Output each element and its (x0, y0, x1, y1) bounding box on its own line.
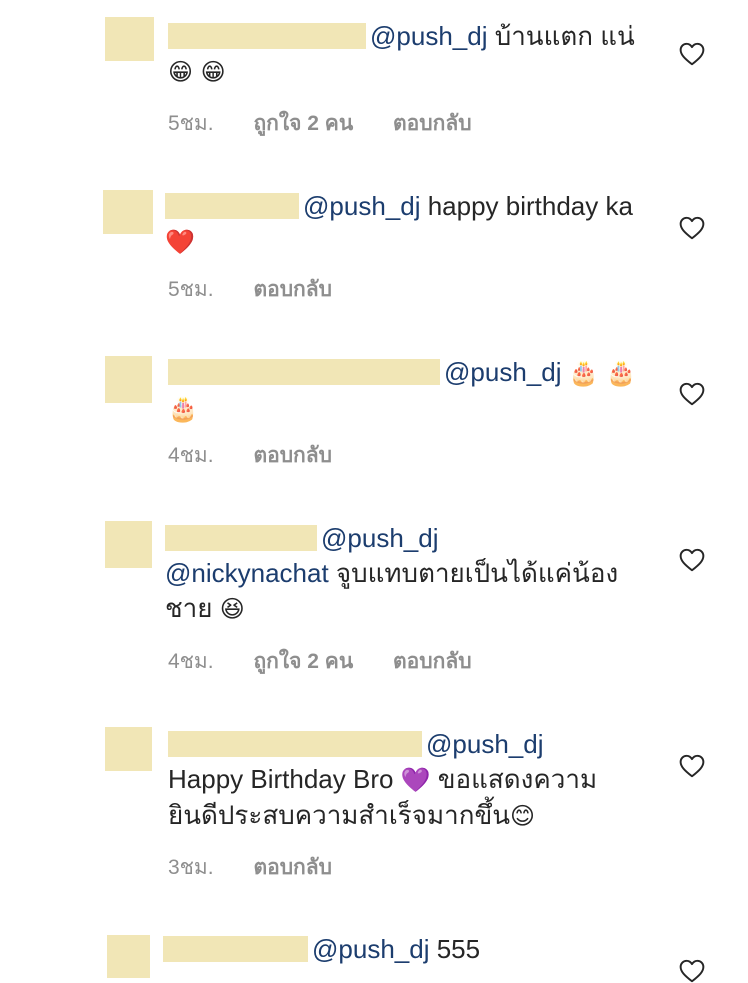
reply-button[interactable]: ตอบกลับ (253, 851, 332, 884)
comment-text: Happy Birthday Bro (168, 764, 401, 794)
username-redacted[interactable] (168, 359, 440, 385)
heart-outline-icon[interactable] (679, 754, 705, 778)
heart-outline-icon[interactable] (679, 42, 705, 66)
username-redacted[interactable] (163, 936, 308, 962)
comment-meta: 4ชม. ถูกใจ 2 คน ตอบกลับ (168, 645, 472, 678)
comment-body: @push_dj happy birthday ka ❤️ (165, 189, 635, 260)
emoji: 😆 (219, 595, 245, 623)
comment-text (561, 357, 568, 387)
timestamp: 5ชม. (168, 278, 214, 301)
comment-body: @push_dj 555 (163, 932, 633, 967)
mention-link[interactable]: @push_dj (444, 357, 561, 387)
username-redacted[interactable] (165, 525, 317, 551)
mention-link[interactable]: @push_dj (321, 523, 438, 553)
mention-link[interactable]: @push_dj (426, 729, 543, 759)
timestamp: 4ชม. (168, 650, 214, 673)
username-redacted[interactable] (168, 731, 422, 757)
reply-button[interactable]: ตอบกลับ (253, 439, 332, 472)
timestamp: 4ชม. (168, 444, 214, 467)
avatar[interactable] (105, 521, 152, 568)
comment-body: @push_dj @nickynachat จูบแทบตายเป็นได้แค… (165, 521, 635, 627)
mention-link[interactable]: @push_dj (370, 21, 487, 51)
mention-link[interactable]: @push_dj (312, 934, 429, 964)
emoji: 💜 (400, 766, 431, 794)
reply-button[interactable]: ตอบกลับ (393, 107, 472, 140)
timestamp: 5ชม. (168, 112, 214, 135)
avatar[interactable] (105, 727, 152, 771)
heart-outline-icon[interactable] (679, 959, 705, 983)
username-redacted[interactable] (168, 23, 366, 49)
avatar[interactable] (103, 190, 153, 234)
comment-meta: 3ชม. ตอบกลับ (168, 851, 332, 884)
heart-outline-icon[interactable] (679, 216, 705, 240)
likes-count[interactable]: ถูกใจ 2 คน (253, 645, 353, 678)
comment-text: บ้านแตก แน่ (487, 21, 635, 51)
comment-body: @push_dj 🎂 🎂 🎂 (168, 355, 638, 427)
likes-count[interactable]: ถูกใจ 2 คน (253, 107, 353, 140)
mention-link[interactable]: @push_dj (303, 191, 420, 221)
avatar[interactable] (105, 356, 152, 403)
username-redacted[interactable] (165, 193, 299, 219)
comment-meta: 5ชม. ถูกใจ 2 คน ตอบกลับ (168, 107, 472, 140)
emoji: 😁 😁 (168, 58, 226, 86)
reply-button[interactable]: ตอบกลับ (253, 273, 332, 306)
mention-link[interactable]: @nickynachat (165, 558, 329, 588)
heart-outline-icon[interactable] (679, 548, 705, 572)
comment-text: 555 (429, 934, 481, 964)
emoji: 😊 (510, 802, 536, 830)
reply-button[interactable]: ตอบกลับ (393, 645, 472, 678)
avatar[interactable] (107, 935, 150, 978)
comment-meta: 5ชม. ตอบกลับ (168, 273, 332, 306)
timestamp: 3ชม. (168, 856, 214, 879)
heart-outline-icon[interactable] (679, 382, 705, 406)
comment-body: @push_dj บ้านแตก แน่ 😁 😁 (168, 19, 638, 90)
comment-body: @push_dj Happy Birthday Bro 💜 ขอแสดงความ… (168, 727, 638, 834)
emoji: ❤️ (165, 228, 195, 256)
comment-text: happy birthday ka (420, 191, 633, 221)
comment-meta: 4ชม. ตอบกลับ (168, 439, 332, 472)
avatar[interactable] (105, 17, 154, 61)
